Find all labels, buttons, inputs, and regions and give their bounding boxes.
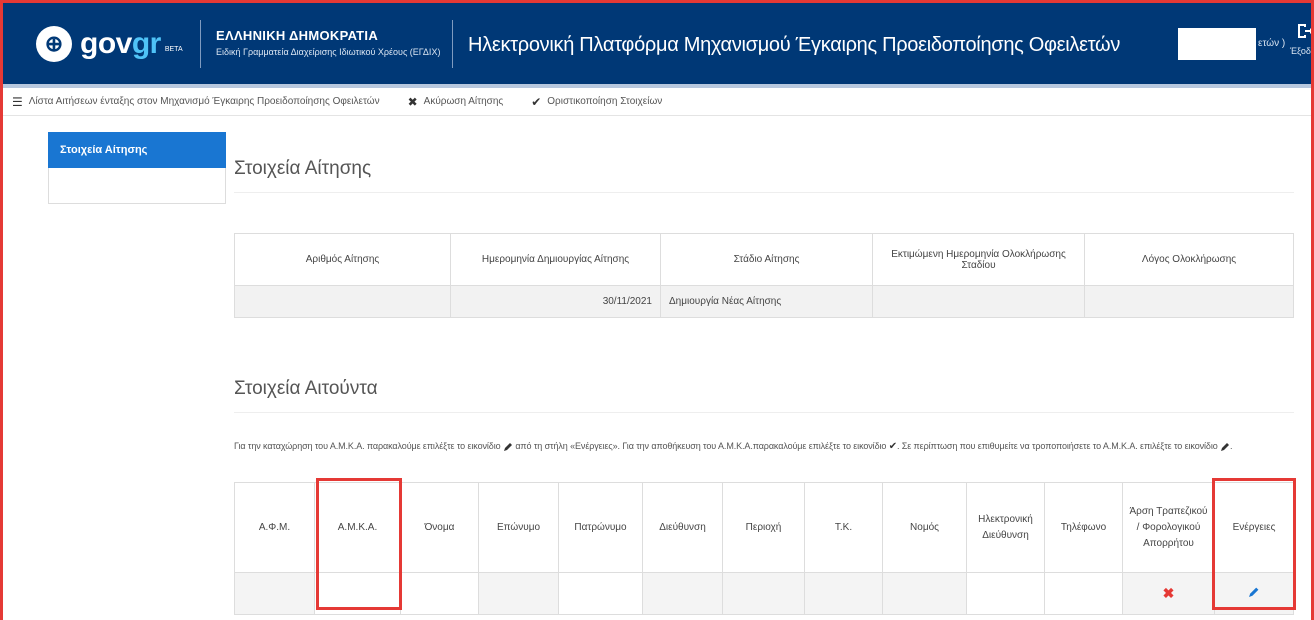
applicant-section-title: Στοιχεία Αιτούντα [234,378,378,399]
logo-text: govgr [80,27,161,60]
column-header: Τ.Κ. [804,482,883,573]
user-name-redacted [1178,28,1256,60]
column-header: Νομός [882,482,967,573]
table-row: 30/11/2021 Δημιουργία Νέας Αίτησης [234,285,1294,318]
logout-icon[interactable] [1296,22,1314,40]
check-icon: ✔ [888,441,897,452]
creation-date: 30/11/2021 [450,285,661,318]
logout-label[interactable]: Έξοδ [1290,46,1311,56]
toolbar-item-application-list[interactable]: ☰ Λίστα Αιτήσεων ένταξης στον Μηχανισμό … [12,95,380,109]
estimated-completion-date [872,285,1085,318]
list-icon: ☰ [12,94,23,109]
toolbar-item-label: Ακύρωση Αίτησης [423,96,504,107]
platform-title: Ηλεκτρονική Πλατφόρμα Μηχανισμού Έγκαιρη… [468,34,1121,56]
afm-cell [234,572,315,615]
table-row: ✖ [234,572,1294,615]
column-header: Πατρώνυμο [558,482,643,573]
application-number [234,285,451,318]
column-header: Ενέργειες [1214,482,1294,573]
phone-cell [1044,572,1123,615]
secrecy-waiver-cell: ✖ [1122,572,1215,615]
column-header: Επώνυμο [478,482,559,573]
beta-badge: BETA [164,45,183,53]
pencil-icon [503,442,512,451]
column-header: Διεύθυνση [642,482,723,573]
column-header: Αριθμός Αίτησης [234,233,451,286]
edit-pencil-icon[interactable] [1248,586,1260,598]
greek-emblem-icon: ⊕ [36,26,72,62]
completion-reason [1084,285,1294,318]
column-header: Ημερομηνία Δημιουργίας Αίτησης [450,233,661,286]
amka-cell [314,572,401,615]
column-header: Περιοχή [722,482,805,573]
applicant-table: Α.Φ.Μ. Α.Μ.Κ.Α. Όνομα Επώνυμο Πατρώνυμο … [234,482,1294,615]
ministry-subtitle: Ειδική Γραμματεία Διαχείρισης Ιδιωτικού … [216,47,441,57]
email-cell [966,572,1045,615]
column-header: Εκτιμώμενη Ημερομηνία Ολοκλήρωσης Σταδίο… [872,233,1085,286]
postal-code-cell [804,572,883,615]
area-cell [722,572,805,615]
column-header: Α.Φ.Μ. [234,482,315,573]
column-header: Λόγος Ολοκλήρωσης [1084,233,1294,286]
pencil-icon [1221,442,1230,451]
column-header: Άρση Τραπεζικού / Φορολογικού Απορρήτου [1122,482,1215,573]
ministry-block: ΕΛΛΗΝΙΚΗ ΔΗΜΟΚΡΑΤΙΑ Ειδική Γραμματεία Δι… [216,28,440,57]
application-table: Αριθμός Αίτησης Ημερομηνία Δημιουργίας Α… [234,233,1294,318]
top-header: ⊕ govgr BETA ΕΛΛΗΝΙΚΗ ΔΗΜΟΚΡΑΤΙΑ Ειδική … [0,0,1314,88]
check-icon: ✔ [531,94,542,109]
user-name-suffix: ετών ) [1258,38,1286,49]
fathers-name-cell [558,572,643,615]
govgr-logo[interactable]: ⊕ govgr BETA [36,26,183,62]
x-mark-icon: ✖ [1162,585,1175,601]
prefecture-cell [882,572,967,615]
ministry-title: ΕΛΛΗΝΙΚΗ ΔΗΜΟΚΡΑΤΙΑ [216,28,379,43]
main-content: Στοιχεία Αίτησης Αριθμός Αίτησης Ημερομη… [234,132,1294,615]
section-divider [234,192,1294,193]
application-section-title: Στοιχεία Αίτησης [234,158,372,179]
toolbar-item-cancel-application[interactable]: ✖ Ακύρωση Αίτησης [408,95,504,109]
column-header: Ηλεκτρονική Διεύθυνση [966,482,1045,573]
address-cell [642,572,723,615]
column-header: Στάδιο Αίτησης [660,233,873,286]
toolbar-item-label: Οριστικοποίηση Στοιχείων [547,96,663,107]
amka-instructions: Για την καταχώρηση του Α.Μ.Κ.Α. παρακαλο… [234,441,1233,452]
action-toolbar: ☰ Λίστα Αιτήσεων ένταξης στον Μηχανισμό … [0,88,1314,116]
toolbar-item-label: Λίστα Αιτήσεων ένταξης στον Μηχανισμό Έγ… [28,96,380,107]
sidebar-empty-item [48,168,226,204]
column-header: Τηλέφωνο [1044,482,1123,573]
close-icon: ✖ [407,94,418,109]
first-name-cell [400,572,479,615]
toolbar-item-finalize[interactable]: ✔ Οριστικοποίηση Στοιχείων [531,95,662,109]
section-divider [234,412,1294,413]
header-divider [200,20,201,68]
actions-cell [1214,572,1294,615]
column-header: Όνομα [400,482,479,573]
header-divider [452,20,453,68]
last-name-cell [478,572,559,615]
sidebar-item-application-details[interactable]: Στοιχεία Αίτησης [48,132,226,168]
sidebar: Στοιχεία Αίτησης [48,132,226,204]
column-header: Α.Μ.Κ.Α. [314,482,401,573]
application-stage: Δημιουργία Νέας Αίτησης [660,285,873,318]
